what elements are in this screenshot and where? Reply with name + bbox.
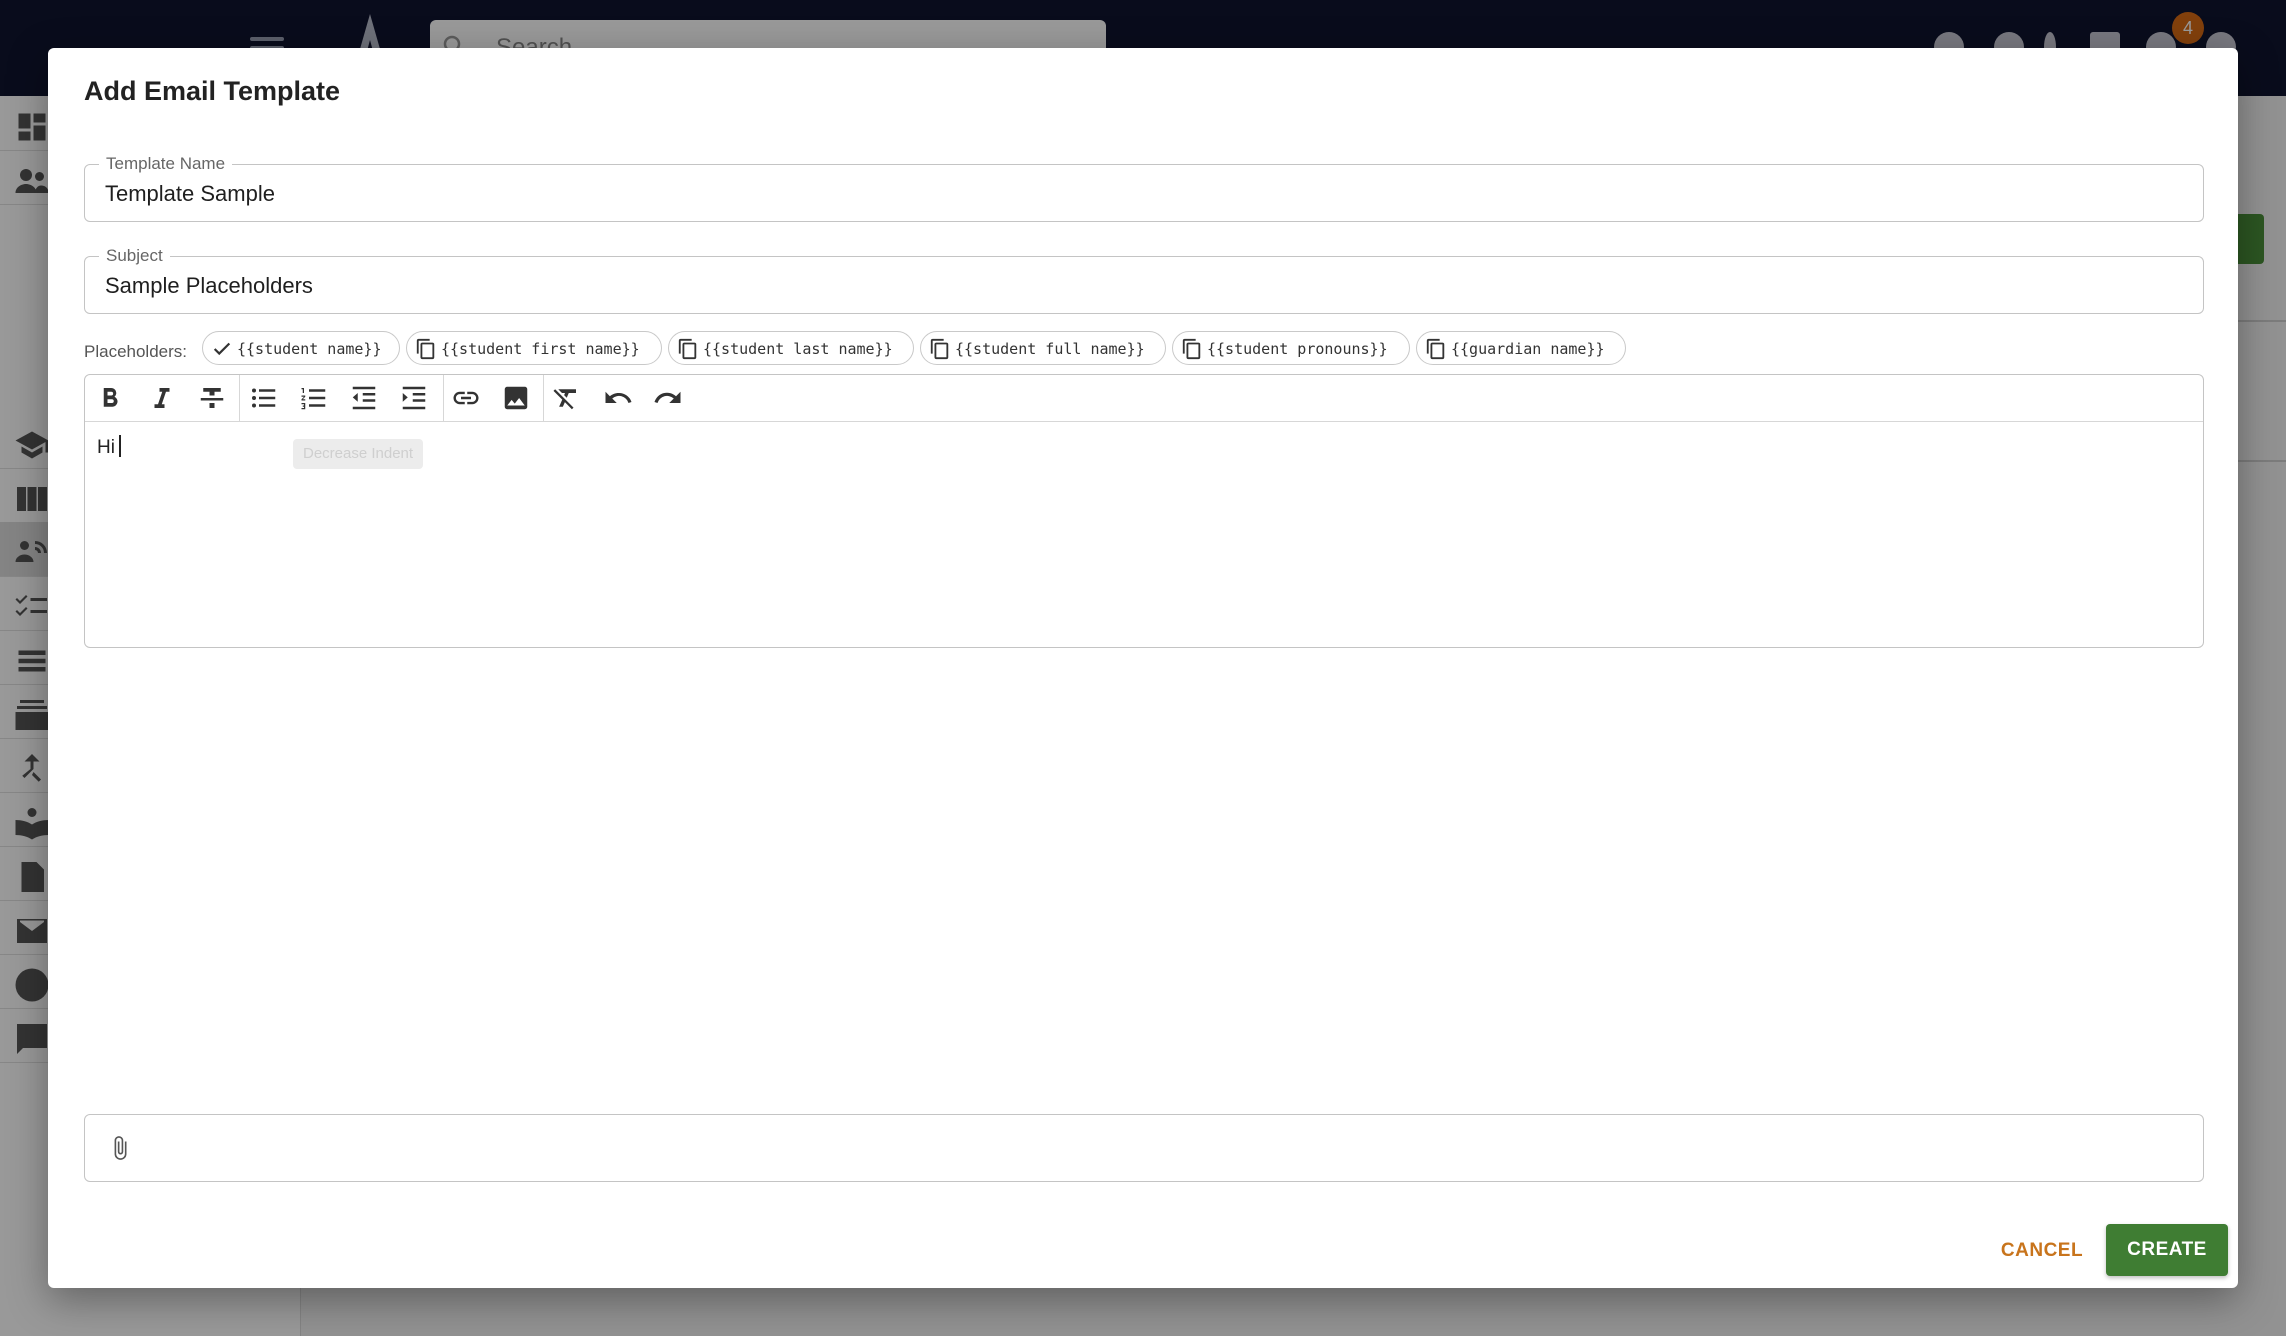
decrease-indent-icon xyxy=(352,386,376,410)
toolbar-separator xyxy=(543,375,544,421)
copy-icon xyxy=(930,338,949,360)
placeholder-chip-guardian-name[interactable]: {{guardian name}} xyxy=(1416,331,1626,365)
strikethrough-icon xyxy=(200,388,224,408)
template-name-field[interactable]: Template Name Template Sample xyxy=(84,154,2204,222)
check-icon xyxy=(213,342,231,356)
template-name-value[interactable]: Template Sample xyxy=(105,181,275,207)
numbered-list-button[interactable] xyxy=(299,383,329,413)
copy-icon xyxy=(1426,338,1445,360)
editor-content[interactable]: Hi xyxy=(97,435,121,459)
placeholders-label: Placeholders: xyxy=(84,342,188,361)
increase-indent-button[interactable] xyxy=(399,383,429,413)
placeholder-chip-student-name[interactable]: {{student name}} xyxy=(202,331,400,365)
toolbar-separator xyxy=(239,375,240,421)
copy-icon xyxy=(1182,338,1201,360)
placeholder-chip-student-full-name[interactable]: {{student full name}} xyxy=(920,331,1166,365)
italic-icon xyxy=(154,388,170,408)
numbered-list-icon xyxy=(301,388,326,410)
copy-icon xyxy=(416,338,435,360)
subject-label: Subject xyxy=(99,246,170,266)
image-icon xyxy=(504,386,528,410)
undo-button[interactable] xyxy=(603,383,633,413)
create-button[interactable]: CREATE xyxy=(2106,1224,2228,1276)
placeholder-chip-text: {{student first name}} xyxy=(441,340,640,358)
text-caret xyxy=(118,435,121,457)
placeholder-chip-text: {{student name}} xyxy=(237,340,382,358)
redo-button[interactable] xyxy=(653,383,683,413)
toolbar-separator xyxy=(443,375,444,421)
dialog-title: Add Email Template xyxy=(84,76,341,106)
placeholder-chip-student-last-name[interactable]: {{student last name}} xyxy=(668,331,914,365)
clear-format-icon xyxy=(553,389,576,410)
copy-icon xyxy=(678,338,697,360)
editor-text: Hi xyxy=(97,437,115,458)
bullet-list-button[interactable] xyxy=(249,383,279,413)
template-name-label: Template Name xyxy=(99,154,233,174)
link-icon xyxy=(453,391,479,405)
placeholder-chip-text: {{guardian name}} xyxy=(1451,340,1605,358)
subject-field[interactable]: Subject Sample Placeholders xyxy=(84,246,2204,314)
placeholder-chip-text: {{student pronouns}} xyxy=(1207,340,1388,358)
bold-button[interactable] xyxy=(95,383,125,413)
undo-icon xyxy=(605,391,632,403)
add-email-template-dialog: Add Email Template Template Name Templat… xyxy=(48,48,2238,1288)
increase-indent-icon xyxy=(402,386,426,410)
clear-formatting-button[interactable] xyxy=(551,383,581,413)
editor-toolbar xyxy=(85,375,2203,422)
bullet-list-icon xyxy=(252,388,276,408)
attachment-area[interactable] xyxy=(84,1114,2204,1182)
bold-icon xyxy=(103,388,118,407)
link-button[interactable] xyxy=(451,383,481,413)
placeholder-chip-student-pronouns[interactable]: {{student pronouns}} xyxy=(1172,331,1410,365)
paperclip-icon[interactable] xyxy=(107,1135,133,1161)
toolbar-tooltip: Decrease Indent xyxy=(293,439,424,469)
strikethrough-button[interactable] xyxy=(197,383,227,413)
placeholder-chip-student-first-name[interactable]: {{student first name}} xyxy=(406,331,662,365)
subject-value[interactable]: Sample Placeholders xyxy=(105,273,313,299)
cancel-button[interactable]: CANCEL xyxy=(1986,1226,2098,1276)
italic-button[interactable] xyxy=(147,383,177,413)
placeholder-chip-text: {{student last name}} xyxy=(703,340,893,358)
image-button[interactable] xyxy=(501,383,531,413)
decrease-indent-button[interactable] xyxy=(349,383,379,413)
rich-text-editor: Hi Decrease Indent xyxy=(84,374,2204,648)
placeholder-chip-text: {{student full name}} xyxy=(955,340,1145,358)
redo-icon xyxy=(654,391,681,403)
